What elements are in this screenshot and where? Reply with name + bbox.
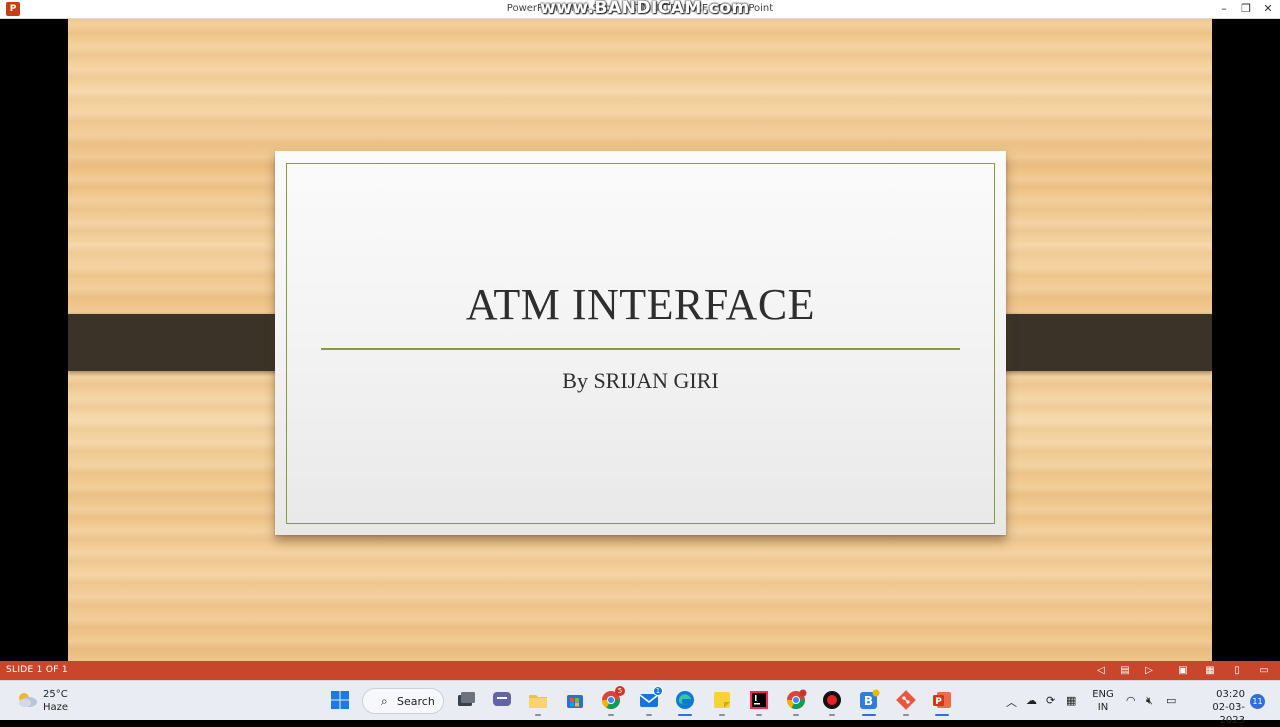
powerpoint-button[interactable]: P [931,689,953,716]
active-indicator [862,714,876,716]
battery-icon[interactable]: ▭ [1166,694,1176,707]
chrome-profile-button[interactable] [785,689,807,716]
language-code: ENG [1092,689,1114,700]
region-code: IN [1097,702,1109,713]
clock-date: 02-03-2023 [1212,702,1245,726]
card-frame [286,163,995,524]
slide-canvas[interactable]: ATM INTERFACE By SRIJAN GIRI [68,19,1212,661]
active-indicator [678,714,692,716]
restore-button[interactable]: ❐ [1236,1,1256,17]
git-button[interactable] [895,689,917,716]
recording-watermark: www.BANDICAM.com [540,0,750,18]
taskbar-clock[interactable]: 03:20 02-03-2023 [1189,688,1245,727]
notes-icon[interactable]: ▤ [1117,663,1133,678]
running-indicator [646,714,652,716]
running-indicator [719,714,725,716]
close-button[interactable]: ✕ [1258,1,1278,17]
running-indicator [793,714,799,716]
start-button[interactable] [329,689,351,711]
slide-subtitle: By SRIJAN GIRI [562,368,719,393]
minimize-button[interactable]: – [1214,1,1234,17]
next-slide-icon[interactable]: ▷ [1141,663,1157,678]
running-indicator [535,714,541,716]
intellij-icon [750,691,768,709]
slide-indicator: SLIDE 1 OF 1 [6,665,68,675]
app-b-button[interactable]: B [858,689,880,716]
grid-tray-icon[interactable]: ▦ [1066,694,1076,707]
slideshow-view-icon[interactable]: ▭ [1256,663,1272,678]
mail-button[interactable]: 1 [638,686,663,716]
sticky-notes-icon [714,692,730,708]
chrome-button[interactable]: 5 [600,686,625,716]
reading-view-icon[interactable]: ▯ [1229,663,1245,678]
sticky-notes-button[interactable] [711,689,733,716]
chrome-profile-icon [787,689,807,710]
app-b-icon: B [860,689,880,709]
language-indicator[interactable]: ENG IN [1092,688,1114,714]
chrome-badge: 5 [615,686,625,696]
weather-widget[interactable]: 25°C Haze [14,687,94,715]
sync-icon[interactable]: ⟳ [1046,694,1055,707]
microsoft-store-button[interactable] [564,689,586,711]
git-icon [896,690,916,710]
chat-icon [493,692,511,706]
previous-slide-icon[interactable]: ◁ [1093,663,1109,678]
record-icon [823,691,841,709]
search-icon: ⌕ [381,694,388,708]
weather-temperature: 25°C [43,689,68,700]
intellij-button[interactable] [748,689,770,716]
speaker-muted-icon[interactable]: 🔇︎ [1146,694,1153,708]
running-indicator [756,714,762,716]
running-indicator [903,714,909,716]
normal-view-icon[interactable]: ▣ [1175,663,1191,678]
window-title-bar: P PowerPoint Slide Show - ATM INTERFACE … [0,0,1280,19]
show-hidden-icons[interactable]: ︿ [1006,694,1017,710]
slide-sorter-icon[interactable]: ▦ [1202,663,1218,678]
haze-weather-icon [19,693,37,707]
running-indicator [608,714,614,716]
task-view-button[interactable] [455,689,477,711]
teams-chat-button[interactable] [491,689,513,711]
task-view-icon [458,692,475,706]
bandicam-record-button[interactable] [821,689,843,716]
title-divider [321,348,960,350]
svg-text:P: P [935,697,942,707]
search-label: Search [397,695,435,708]
running-indicator [829,714,835,716]
edge-button[interactable] [674,689,696,716]
windows-logo-icon [331,691,349,709]
slide-title: ATM INTERFACE [465,280,816,329]
taskbar-search-box[interactable]: ⌕ Search [362,688,444,714]
windows-taskbar: 25°C Haze ⌕ Search 5 1 B P ︿ ☁ ⟳ ▦ ENG I… [0,680,1280,726]
slideshow-stage[interactable]: ATM INTERFACE By SRIJAN GIRI [0,19,1280,661]
wifi-icon[interactable]: ◠ [1126,694,1136,707]
onedrive-icon[interactable]: ☁ [1026,694,1037,707]
active-indicator [935,714,949,716]
notification-badge[interactable]: 11 [1250,694,1265,709]
clock-time: 03:20 [1216,689,1245,700]
store-icon [567,695,583,708]
svg-text:B: B [864,694,873,708]
edge-icon [676,691,694,709]
folder-icon [529,695,547,708]
powerpoint-icon: P [933,692,951,708]
weather-condition: Haze [43,702,69,713]
file-explorer-button[interactable] [527,689,549,716]
left-strap-decoration [68,314,300,371]
slideshow-status-bar: SLIDE 1 OF 1 ◁ ▤ ▷ ▣ ▦ ▯ ▭ [0,661,1280,680]
right-strap-decoration [981,314,1212,371]
mail-badge: 1 [653,686,663,696]
title-card: ATM INTERFACE By SRIJAN GIRI [275,151,1006,535]
